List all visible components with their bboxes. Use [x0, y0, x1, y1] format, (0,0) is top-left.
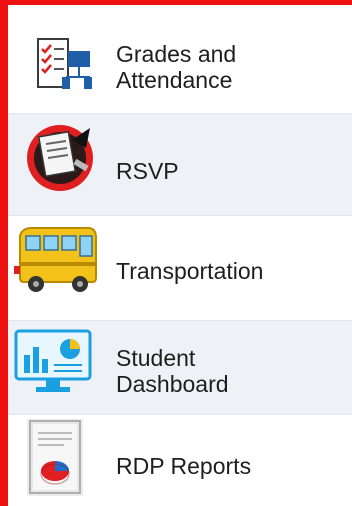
menu-item-student-dashboard[interactable]: Student Dashboard: [8, 321, 352, 414]
menu-item-label: Transportation: [116, 258, 264, 284]
school-bus-icon: [14, 222, 102, 303]
report-pie-chart-icon: [24, 418, 88, 506]
menu-item-rsvp[interactable]: RSVP: [8, 114, 352, 215]
rsvp-invitation-icon: [24, 118, 98, 199]
menu-item-grades-and-attendance[interactable]: Grades and Attendance: [8, 5, 352, 113]
dashboard-monitor-icon: [14, 329, 92, 400]
menu-item-label: RSVP: [116, 158, 179, 184]
menu-item-label: Student Dashboard: [116, 345, 229, 397]
menu-item-rdp-reports[interactable]: RDP Reports: [8, 415, 352, 506]
menu-item-label: Grades and Attendance: [116, 41, 237, 93]
checklist-org-chart-icon: [34, 35, 94, 104]
app-menu: Grades and Attendance RSVP Transportatio…: [8, 5, 352, 506]
menu-item-transportation[interactable]: Transportation: [8, 216, 352, 320]
menu-item-label: RDP Reports: [116, 453, 252, 479]
